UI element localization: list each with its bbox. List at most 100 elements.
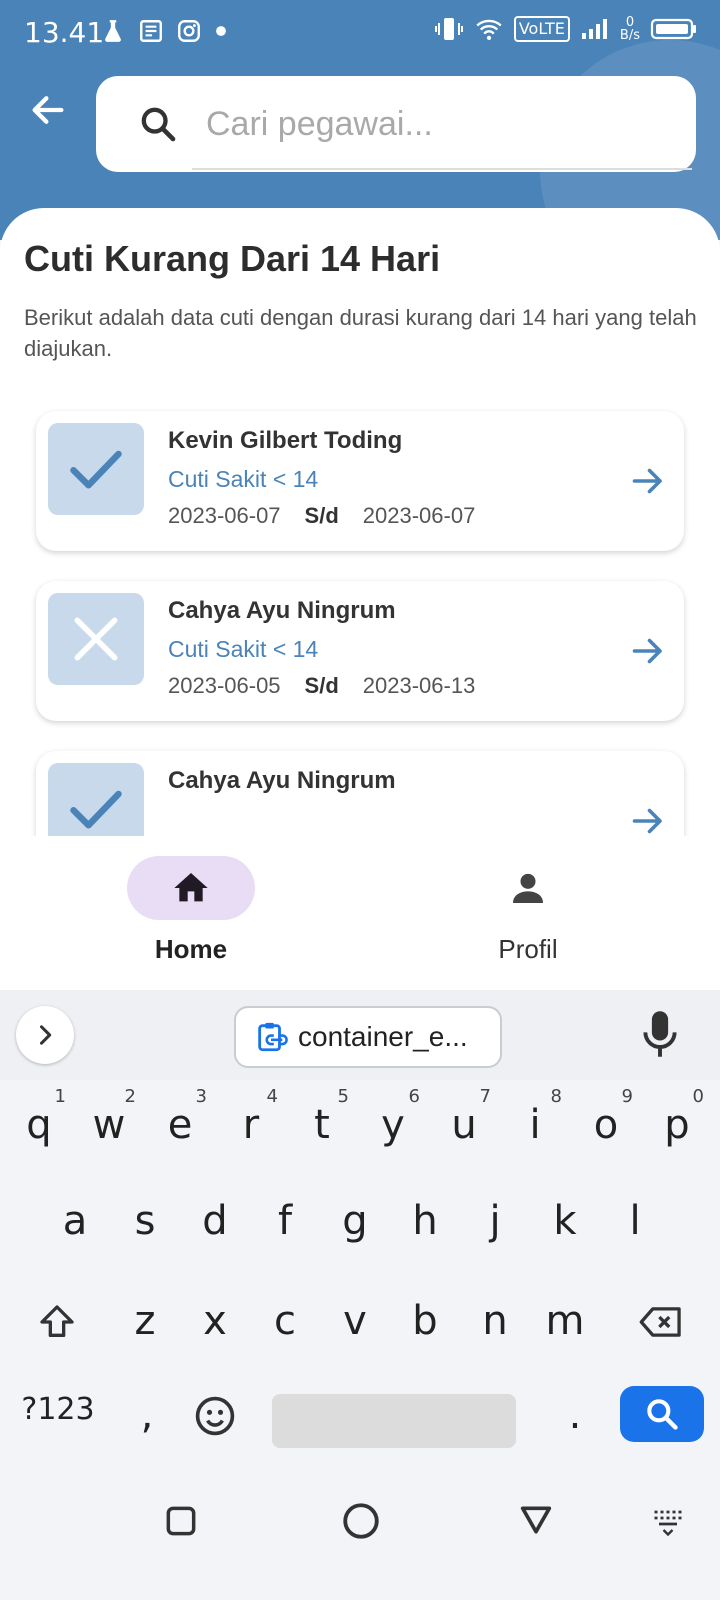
key-d[interactable]: d — [180, 1176, 250, 1266]
start-date: 2023-06-05 — [168, 673, 281, 698]
bottom-navigation: Home Profil — [0, 836, 720, 990]
nav-profil-label: Profil — [498, 934, 558, 964]
leave-card[interactable]: Kevin Gilbert Toding Cuti Sakit < 14 202… — [36, 411, 684, 551]
shift-key[interactable] — [22, 1276, 92, 1366]
key-b[interactable]: b — [390, 1276, 460, 1366]
key-n[interactable]: n — [460, 1276, 530, 1366]
key-m[interactable]: m — [530, 1276, 600, 1366]
leave-list: Kevin Gilbert Toding Cuti Sakit < 14 202… — [36, 411, 684, 836]
volte-badge: VoLTE — [513, 16, 570, 42]
key-v[interactable]: v — [320, 1276, 390, 1366]
emoji-icon — [195, 1396, 235, 1436]
check-icon — [70, 790, 122, 829]
app-header: 13.41 VoLTE 0 B/s — [0, 0, 720, 240]
recents-icon[interactable] — [162, 1502, 200, 1540]
search-input[interactable] — [206, 96, 666, 152]
key-o[interactable]: o9 — [571, 1080, 641, 1170]
status-box — [48, 593, 144, 685]
key-k[interactable]: k — [530, 1176, 600, 1266]
key-p[interactable]: p0 — [642, 1080, 712, 1170]
key-c[interactable]: c — [250, 1276, 320, 1366]
key-y[interactable]: y6 — [358, 1080, 428, 1170]
comma-key[interactable]: , — [112, 1380, 182, 1470]
emoji-key[interactable] — [180, 1380, 250, 1470]
content-panel: Cuti Kurang Dari 14 Hari Berikut adalah … — [0, 208, 720, 836]
date-separator: S/d — [304, 673, 339, 698]
key-z[interactable]: z — [110, 1276, 180, 1366]
key-h[interactable]: h — [390, 1176, 460, 1266]
status-bar: 13.41 VoLTE 0 B/s — [0, 0, 720, 64]
x-icon — [74, 617, 118, 661]
dot-icon — [216, 26, 226, 36]
microphone-icon[interactable] — [640, 1008, 680, 1060]
page-title: Cuti Kurang Dari 14 Hari — [24, 238, 441, 279]
keyboard: q1 w2 e3 r4 t5 y6 u7 i8 o9 p0 a s d f g … — [0, 1080, 720, 1470]
key-u[interactable]: u7 — [429, 1080, 499, 1170]
flask-icon — [105, 20, 121, 42]
clipboard-text: container_e... — [298, 1021, 468, 1052]
nav-home[interactable]: Home — [91, 856, 291, 976]
chevron-right-icon — [39, 1025, 52, 1045]
system-navigation-bar — [0, 1470, 720, 1600]
vibrate-icon — [434, 18, 463, 40]
start-date: 2023-06-07 — [168, 503, 281, 528]
key-e[interactable]: e3 — [145, 1080, 215, 1170]
end-date: 2023-06-13 — [362, 673, 476, 698]
battery-icon — [650, 18, 696, 40]
key-l[interactable]: l — [600, 1176, 670, 1266]
page-subtitle: Berikut adalah data cuti dengan durasi k… — [24, 305, 697, 361]
leave-type: Cuti Sakit < 14 — [168, 466, 319, 492]
home-icon — [174, 873, 208, 902]
period-key[interactable]: . — [540, 1380, 610, 1470]
employee-name: Cahya Ayu Ningrum — [168, 767, 396, 794]
key-x[interactable]: x — [180, 1276, 250, 1366]
clipboard-link-icon — [258, 1022, 288, 1052]
date-separator: S/d — [304, 503, 339, 528]
leave-dates: 2023-06-05 S/d 2023-06-13 — [168, 673, 475, 699]
system-status-icons: VoLTE 0 B/s — [434, 16, 698, 42]
leave-card[interactable]: Cahya Ayu Ningrum — [36, 751, 684, 836]
arrow-right-icon[interactable] — [630, 803, 666, 836]
keyboard-row-4: ?123 , . — [0, 1380, 720, 1470]
key-w[interactable]: w2 — [74, 1080, 144, 1170]
check-icon — [70, 450, 122, 489]
keyboard-toolbar: container_e... — [0, 990, 720, 1080]
leave-type: Cuti Sakit < 14 — [168, 636, 319, 662]
search-icon — [647, 1399, 678, 1430]
leave-dates: 2023-06-07 S/d 2023-06-07 — [168, 503, 475, 529]
back-triangle-icon[interactable] — [516, 1500, 556, 1540]
key-t[interactable]: t5 — [287, 1080, 357, 1170]
keyboard-row-1: q1 w2 e3 r4 t5 y6 u7 i8 o9 p0 — [0, 1080, 720, 1170]
employee-name: Cahya Ayu Ningrum — [168, 597, 396, 624]
data-speed: 0 B/s — [619, 15, 640, 43]
keyboard-hide-icon[interactable] — [650, 1506, 686, 1536]
key-i[interactable]: i8 — [500, 1080, 570, 1170]
nav-home-indicator — [127, 856, 255, 920]
keyboard-row-2: a s d f g h j k l — [0, 1176, 720, 1266]
arrow-right-icon[interactable] — [630, 633, 666, 669]
search-key[interactable] — [620, 1386, 704, 1442]
space-key[interactable] — [272, 1394, 516, 1448]
nav-profil[interactable]: Profil — [428, 856, 628, 976]
news-icon — [140, 20, 162, 42]
key-j[interactable]: j — [460, 1176, 530, 1266]
key-s[interactable]: s — [110, 1176, 180, 1266]
key-r[interactable]: r4 — [216, 1080, 286, 1170]
key-a[interactable]: a — [40, 1176, 110, 1266]
nav-profil-indicator — [464, 856, 592, 920]
key-f[interactable]: f — [250, 1176, 320, 1266]
search-underline — [192, 168, 692, 170]
nav-home-label: Home — [154, 934, 228, 964]
person-icon — [513, 873, 543, 903]
backspace-key[interactable] — [626, 1276, 696, 1366]
instagram-icon — [178, 20, 200, 42]
back-arrow-icon[interactable] — [28, 90, 68, 130]
symbols-key[interactable]: ?123 — [20, 1380, 96, 1470]
key-g[interactable]: g — [320, 1176, 390, 1266]
end-date: 2023-06-07 — [362, 503, 476, 528]
key-q[interactable]: q1 — [4, 1080, 74, 1170]
home-circle-icon[interactable] — [340, 1500, 382, 1542]
search-bar[interactable] — [96, 76, 696, 172]
leave-card[interactable]: Cahya Ayu Ningrum Cuti Sakit < 14 2023-0… — [36, 581, 684, 721]
arrow-right-icon[interactable] — [630, 463, 666, 499]
